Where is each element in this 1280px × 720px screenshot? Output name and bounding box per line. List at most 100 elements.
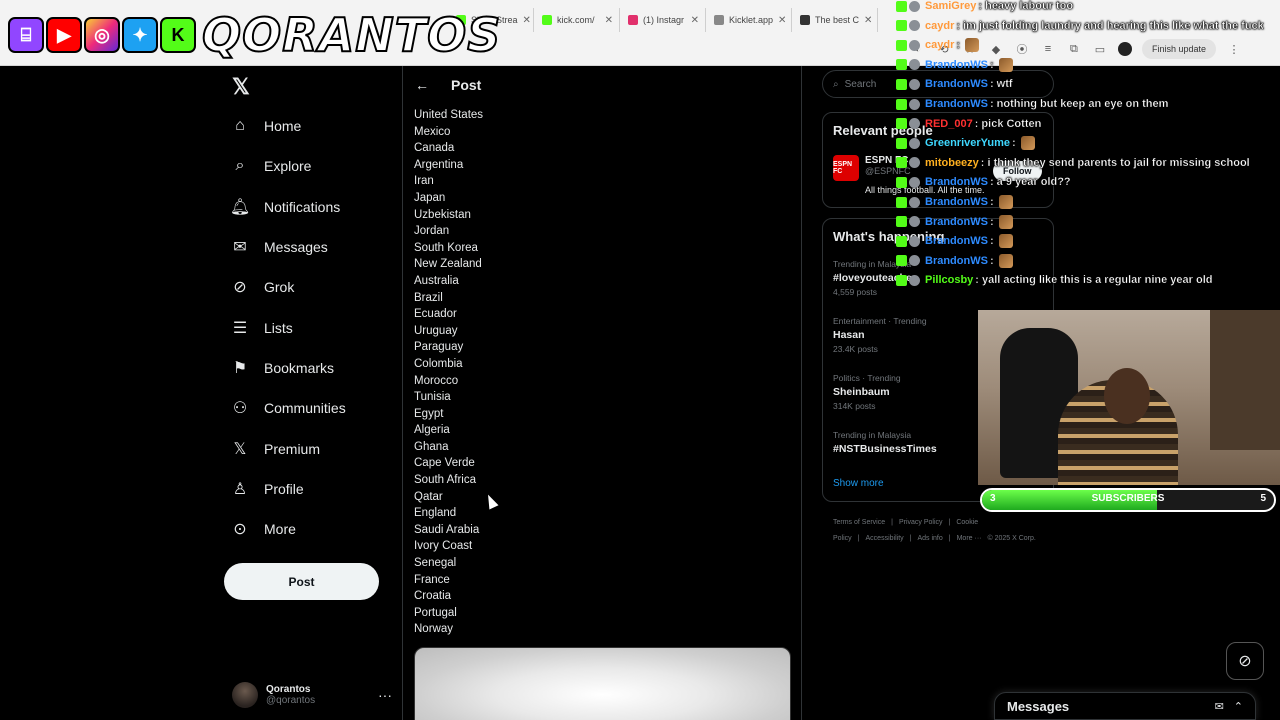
close-icon[interactable]: ✕ (523, 15, 531, 26)
country-item: Senegal (414, 557, 457, 570)
footer-link[interactable]: More ··· (957, 535, 982, 542)
subscriber-goal-bar: SUBSCRIBERS 3 5 (980, 488, 1276, 512)
tab-label: Kicklet.app (729, 15, 774, 25)
primary-nav: ⌂ Home ⌕ Explore 🔔︎ Notifications ✉ Messages ⊘ Gr… (226, 106, 396, 549)
country-item: Australia (414, 274, 459, 287)
chat-badge-icon (909, 20, 920, 32)
kick-badge-icon (896, 274, 907, 286)
chat-badge-icon (909, 216, 920, 228)
expand-icon[interactable]: ⌃ (1234, 700, 1243, 713)
person-icon: ♙ (232, 480, 248, 498)
footer-link[interactable]: Accessibility (866, 535, 904, 542)
chat-badge-icon (909, 157, 920, 169)
more-dots-icon[interactable]: ··· (378, 687, 392, 703)
account-handle: @qorantos (266, 695, 316, 706)
new-message-icon[interactable]: ✉ (1215, 700, 1224, 713)
nav-item-messages[interactable]: ✉ Messages (226, 227, 396, 267)
nav-item-lists[interactable]: ☰ Lists (226, 307, 396, 347)
kick-badge-icon (896, 39, 907, 51)
nav-item-bookmarks[interactable]: ⚑ Bookmarks (226, 348, 396, 388)
browser-tab[interactable]: Kicklet.app ✕ (708, 8, 792, 32)
close-icon[interactable]: ✕ (605, 15, 613, 26)
account-switcher[interactable]: Qorantos @qorantos ··· (232, 680, 392, 710)
profile-avatar[interactable] (1117, 42, 1132, 56)
post-header: ← Post (415, 74, 481, 96)
country-item: Colombia (414, 357, 463, 370)
browser-tab[interactable]: (1) Instagr ✕ (622, 8, 706, 32)
country-item: Mexico (414, 125, 451, 138)
footer-link[interactable]: © 2025 X Corp. (987, 535, 1035, 542)
footer-link[interactable]: Ads info (917, 535, 942, 542)
browser-tab[interactable]: kick.com/ ✕ (536, 8, 620, 32)
chat-message: BrandonWS: (896, 232, 1013, 250)
chat-username: BrandonWS (925, 58, 988, 71)
extension-icon[interactable]: ◆ (988, 41, 1004, 57)
nav-item-premium[interactable]: 𝕏 Premium (226, 428, 396, 468)
footer-links: Terms of Service | Privacy Policy | Cookie P… (833, 515, 1063, 547)
close-icon[interactable]: ✕ (864, 15, 872, 26)
kick-badge-icon (896, 157, 907, 169)
nav-item-label: Profile (264, 480, 304, 497)
post-media-image[interactable] (414, 647, 791, 720)
close-icon[interactable]: ✕ (778, 15, 786, 26)
chat-text: : (989, 58, 994, 71)
chat-emote-icon (998, 195, 1013, 209)
x-logo-icon[interactable]: 𝕏 (232, 74, 250, 100)
nav-item-explore[interactable]: ⌕ Explore (226, 146, 396, 186)
nav-item-label: Grok (264, 279, 295, 296)
nav-item-more[interactable]: ⊙ More (226, 509, 396, 549)
nav-item-grok[interactable]: ⊘ Grok (226, 267, 396, 307)
menu-icon[interactable]: ⋮ (1226, 41, 1242, 57)
subscriber-goal-target: 5 (1260, 493, 1266, 504)
kick-badge-icon (896, 196, 907, 208)
country-item: Brazil (414, 291, 443, 304)
tab-favicon-icon (800, 15, 810, 25)
chat-username: BrandonWS (925, 98, 988, 110)
footer-separator: | (909, 535, 912, 542)
tab-favicon-icon (628, 15, 638, 25)
footer-link[interactable]: Terms of Service (833, 519, 885, 526)
chat-emote-icon (965, 38, 980, 53)
sidebar-icon[interactable]: ▭ (1092, 41, 1108, 57)
chat-badge-icon (909, 118, 920, 130)
footer-link[interactable]: Privacy Policy (899, 519, 943, 526)
chat-text: : im just folding laundry and hearing th… (956, 19, 1264, 32)
chat-emote-icon (998, 57, 1013, 72)
chat-message: BrandonWS: (896, 252, 1013, 270)
grok-icon: ⊘ (233, 279, 247, 297)
chat-text: : (956, 39, 961, 52)
browser-tab[interactable]: The best C ✕ (794, 8, 878, 32)
country-item: Canada (414, 142, 455, 155)
nav-item-notifications[interactable]: 🔔︎ Notifications (226, 187, 396, 227)
nav-item-label: Home (264, 118, 302, 135)
extension-icon[interactable]: ≡ (1040, 41, 1056, 57)
chat-message: Pillcosby: yall acting like this is a re… (896, 271, 1213, 289)
compose-post-button[interactable]: Post (224, 563, 379, 600)
country-item: France (414, 573, 450, 586)
messages-drawer[interactable]: Messages ✉ ⌃ (994, 692, 1256, 720)
webcam-feed (978, 310, 1280, 485)
chat-text: : (989, 196, 994, 208)
extension-icon[interactable]: ⦿ (1014, 41, 1030, 57)
list-icon: ☰ (232, 319, 248, 337)
show-more-link[interactable]: Show more (833, 478, 884, 489)
chat-username: caydr (925, 39, 955, 52)
back-arrow-icon[interactable]: ← (415, 77, 429, 93)
puzzle-icon[interactable]: ⧉ (1066, 41, 1082, 57)
nav-item-communities[interactable]: ⚇ Communities (226, 388, 396, 428)
kick-badge-icon (896, 78, 907, 90)
subscriber-goal-label: SUBSCRIBERS (1091, 493, 1165, 504)
chat-badge-icon (909, 196, 920, 208)
footer-separator: | (891, 519, 893, 526)
kick-badge-icon (896, 137, 907, 149)
nav-item-label: Notifications (264, 198, 341, 215)
subscriber-goal-current: 3 (990, 493, 996, 504)
nav-item-profile[interactable]: ♙ Profile (226, 469, 396, 509)
chat-username: BrandonWS (925, 196, 988, 208)
finish-update-button[interactable]: Finish update (1141, 39, 1216, 59)
kick-badge-icon (896, 216, 907, 228)
nav-item-home[interactable]: ⌂ Home (226, 106, 396, 146)
kick-badge-icon (896, 20, 907, 32)
close-icon[interactable]: ✕ (691, 15, 699, 26)
grok-icon[interactable]: ⊘ (1226, 642, 1264, 680)
